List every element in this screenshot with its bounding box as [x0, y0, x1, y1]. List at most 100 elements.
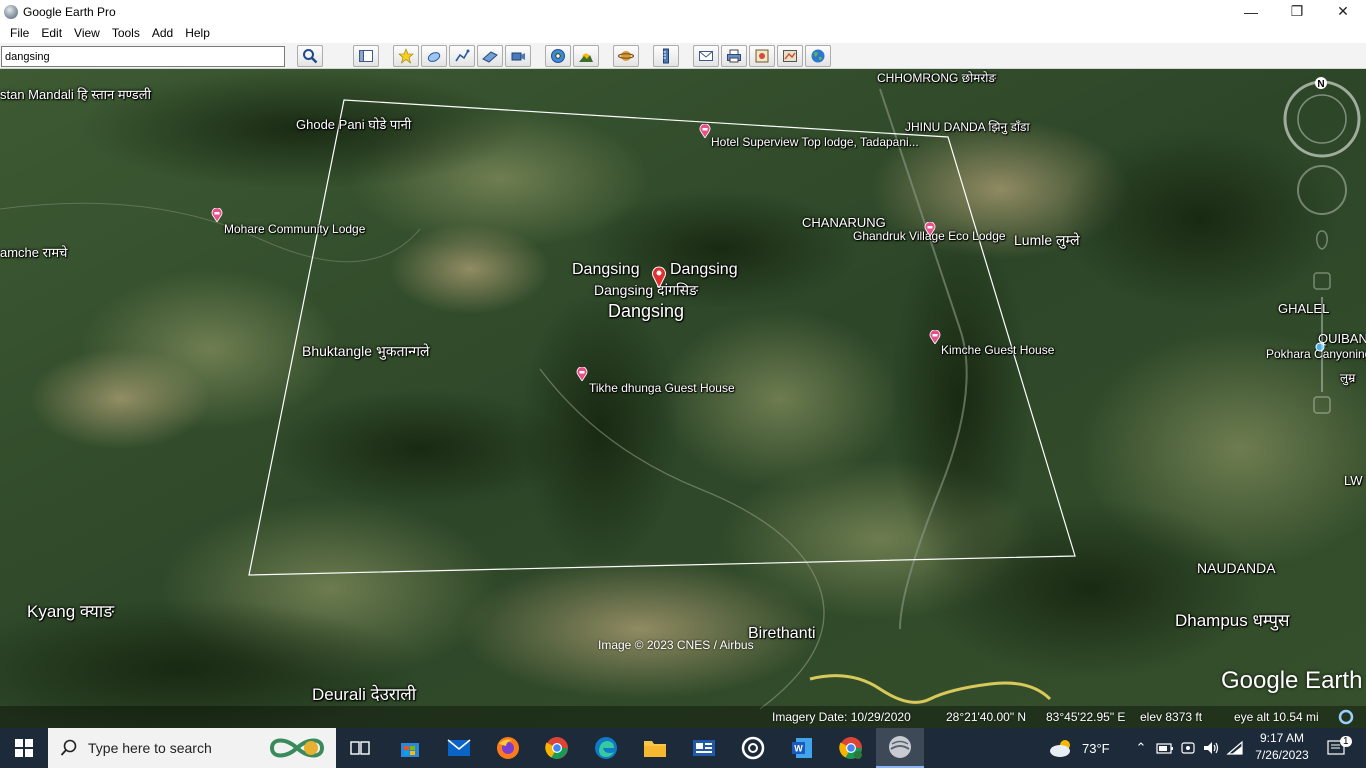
lodge-pin-icon[interactable]: [929, 330, 941, 344]
print-button[interactable]: [721, 45, 747, 67]
menu-tools[interactable]: Tools: [106, 26, 146, 40]
zoom-slider[interactable]: [1310, 227, 1334, 417]
record-tour-icon: [511, 52, 525, 61]
menu-add[interactable]: Add: [146, 26, 179, 40]
historical-imagery-icon: [551, 49, 565, 63]
news-button[interactable]: [680, 728, 728, 768]
notification-center-button[interactable]: 1: [1324, 728, 1352, 768]
weather-temperature: 73°F: [1082, 740, 1110, 756]
taskbar-search[interactable]: Type here to search: [48, 728, 336, 768]
sunlight-button[interactable]: [573, 45, 599, 67]
add-polygon-icon: [427, 52, 441, 62]
imagery-date: Imagery Date: 10/29/2020: [772, 710, 911, 724]
menu-edit[interactable]: Edit: [35, 26, 68, 40]
close-button[interactable]: ✕: [1320, 0, 1366, 23]
lodge-pin-icon[interactable]: [924, 222, 936, 236]
start-button[interactable]: [0, 728, 48, 768]
obs-button[interactable]: [729, 728, 777, 768]
minimize-button[interactable]: —: [1228, 0, 1274, 23]
planets-button[interactable]: [613, 45, 639, 67]
add-path-button[interactable]: [449, 45, 475, 67]
historical-imagery-button[interactable]: [545, 45, 571, 67]
label-bhuktangle[interactable]: Bhuktangle भुकतान्गले: [302, 342, 430, 361]
word-button[interactable]: W: [778, 728, 826, 768]
wifi-icon[interactable]: [1226, 740, 1244, 756]
edge-button[interactable]: [582, 728, 630, 768]
label-kimche-guest-house[interactable]: Kimche Guest House: [941, 343, 1054, 357]
label-tikhe-dhunga[interactable]: Tikhe dhunga Guest House: [589, 381, 735, 395]
lodge-pin-icon[interactable]: [699, 124, 711, 138]
label-ghode-pani[interactable]: Ghode Pani घोडे पानी: [296, 115, 411, 133]
look-joystick[interactable]: N: [1283, 75, 1361, 165]
battery-icon[interactable]: [1156, 741, 1174, 755]
map-view[interactable]: stan Mandali हि स्तान मण्डली CHHOMRONG छ…: [0, 69, 1366, 728]
label-kyang[interactable]: Kyang क्याङ: [27, 599, 114, 622]
title-bar: Google Earth Pro — ❐ ✕: [0, 0, 1366, 23]
label-lumle[interactable]: Lumle लुम्ले: [1014, 231, 1080, 250]
compass-north-icon: N: [1317, 79, 1324, 90]
label-birethanti[interactable]: Birethanti: [748, 625, 816, 643]
email-button[interactable]: [693, 45, 719, 67]
earth-button[interactable]: [805, 45, 831, 67]
volume-icon[interactable]: [1202, 740, 1220, 756]
menu-file[interactable]: File: [4, 26, 35, 40]
save-image-button[interactable]: [749, 45, 775, 67]
streaming-progress-icon: [1338, 709, 1354, 725]
label-chanarung[interactable]: CHANARUNG: [802, 215, 886, 230]
label-chhomrong[interactable]: CHHOMRONG छोमरोङ: [877, 69, 996, 86]
label-mohare-lodge[interactable]: Mohare Community Lodge: [224, 222, 365, 236]
label-dhampus[interactable]: Dhampus धम्पुस: [1175, 608, 1290, 631]
search-result-pin-icon[interactable]: [651, 266, 667, 288]
longitude: 83°45'22.95" E: [1046, 710, 1126, 724]
system-clock[interactable]: 9:17 AM 7/26/2023: [1250, 730, 1314, 764]
lodge-pin-icon[interactable]: [576, 367, 588, 381]
meet-now-icon[interactable]: [1180, 740, 1196, 756]
elevation: elev 8373 ft: [1140, 710, 1203, 724]
label-hotel-superview[interactable]: Hotel Superview Top lodge, Tadapani...: [711, 135, 919, 149]
search-highlight-icon: [269, 738, 325, 758]
maximize-button[interactable]: ❐: [1274, 0, 1320, 23]
task-view-button[interactable]: [336, 728, 384, 768]
add-polygon-button[interactable]: [421, 45, 447, 67]
status-bar: Imagery Date: 10/29/2020 28°21'40.00" N …: [0, 706, 1366, 728]
sidebar-toggle-button[interactable]: [353, 45, 379, 67]
label-dangsing-main[interactable]: Dangsing: [608, 301, 684, 322]
search-button[interactable]: [297, 45, 323, 67]
show-hidden-icons-icon[interactable]: ⌃: [1132, 740, 1150, 756]
add-image-overlay-button[interactable]: [477, 45, 503, 67]
search-input[interactable]: [1, 46, 285, 67]
label-dangsing-3[interactable]: Dangsing दांगसिङ: [594, 281, 698, 300]
firefox-button[interactable]: [484, 728, 532, 768]
menu-view[interactable]: View: [68, 26, 106, 40]
chrome-button[interactable]: [533, 728, 581, 768]
label-naudanda[interactable]: NAUDANDA: [1197, 560, 1276, 576]
label-lumre[interactable]: लुम्र: [1340, 369, 1355, 386]
label-jhinu-danda[interactable]: JHINU DANDA झिनु डाँडा: [905, 118, 1030, 135]
google-earth-taskbar-button[interactable]: [876, 728, 924, 768]
lodge-pin-icon[interactable]: [211, 208, 223, 222]
weather-widget[interactable]: 73°F: [1049, 728, 1110, 768]
word-icon: W: [792, 738, 812, 758]
label-lw[interactable]: LW: [1344, 473, 1363, 488]
add-placemark-button[interactable]: [393, 45, 419, 67]
record-tour-button[interactable]: [505, 45, 531, 67]
label-amche[interactable]: amche रामचे: [0, 243, 67, 261]
satellite-imagery: [0, 69, 1366, 728]
clock-date: 7/26/2023: [1255, 748, 1309, 762]
label-dangsing-2[interactable]: Dangsing: [670, 261, 738, 279]
search-icon: [303, 49, 318, 64]
label-dangsing-1[interactable]: Dangsing: [572, 261, 640, 279]
label-deurali[interactable]: Deurali देउराली: [312, 682, 416, 705]
move-joystick[interactable]: [1296, 164, 1348, 216]
view-in-maps-button[interactable]: [777, 45, 803, 67]
notification-badge: 1: [1340, 736, 1352, 747]
label-stan-mandali[interactable]: stan Mandali हि स्तान मण्डली: [0, 85, 151, 103]
chrome-profile-button[interactable]: [827, 728, 875, 768]
store-button[interactable]: [386, 728, 434, 768]
ruler-button[interactable]: [653, 45, 679, 67]
menu-help[interactable]: Help: [179, 26, 216, 40]
window-controls: — ❐ ✕: [1228, 0, 1366, 23]
file-explorer-button[interactable]: [631, 728, 679, 768]
store-icon: [401, 743, 419, 757]
mail-button[interactable]: [435, 728, 483, 768]
